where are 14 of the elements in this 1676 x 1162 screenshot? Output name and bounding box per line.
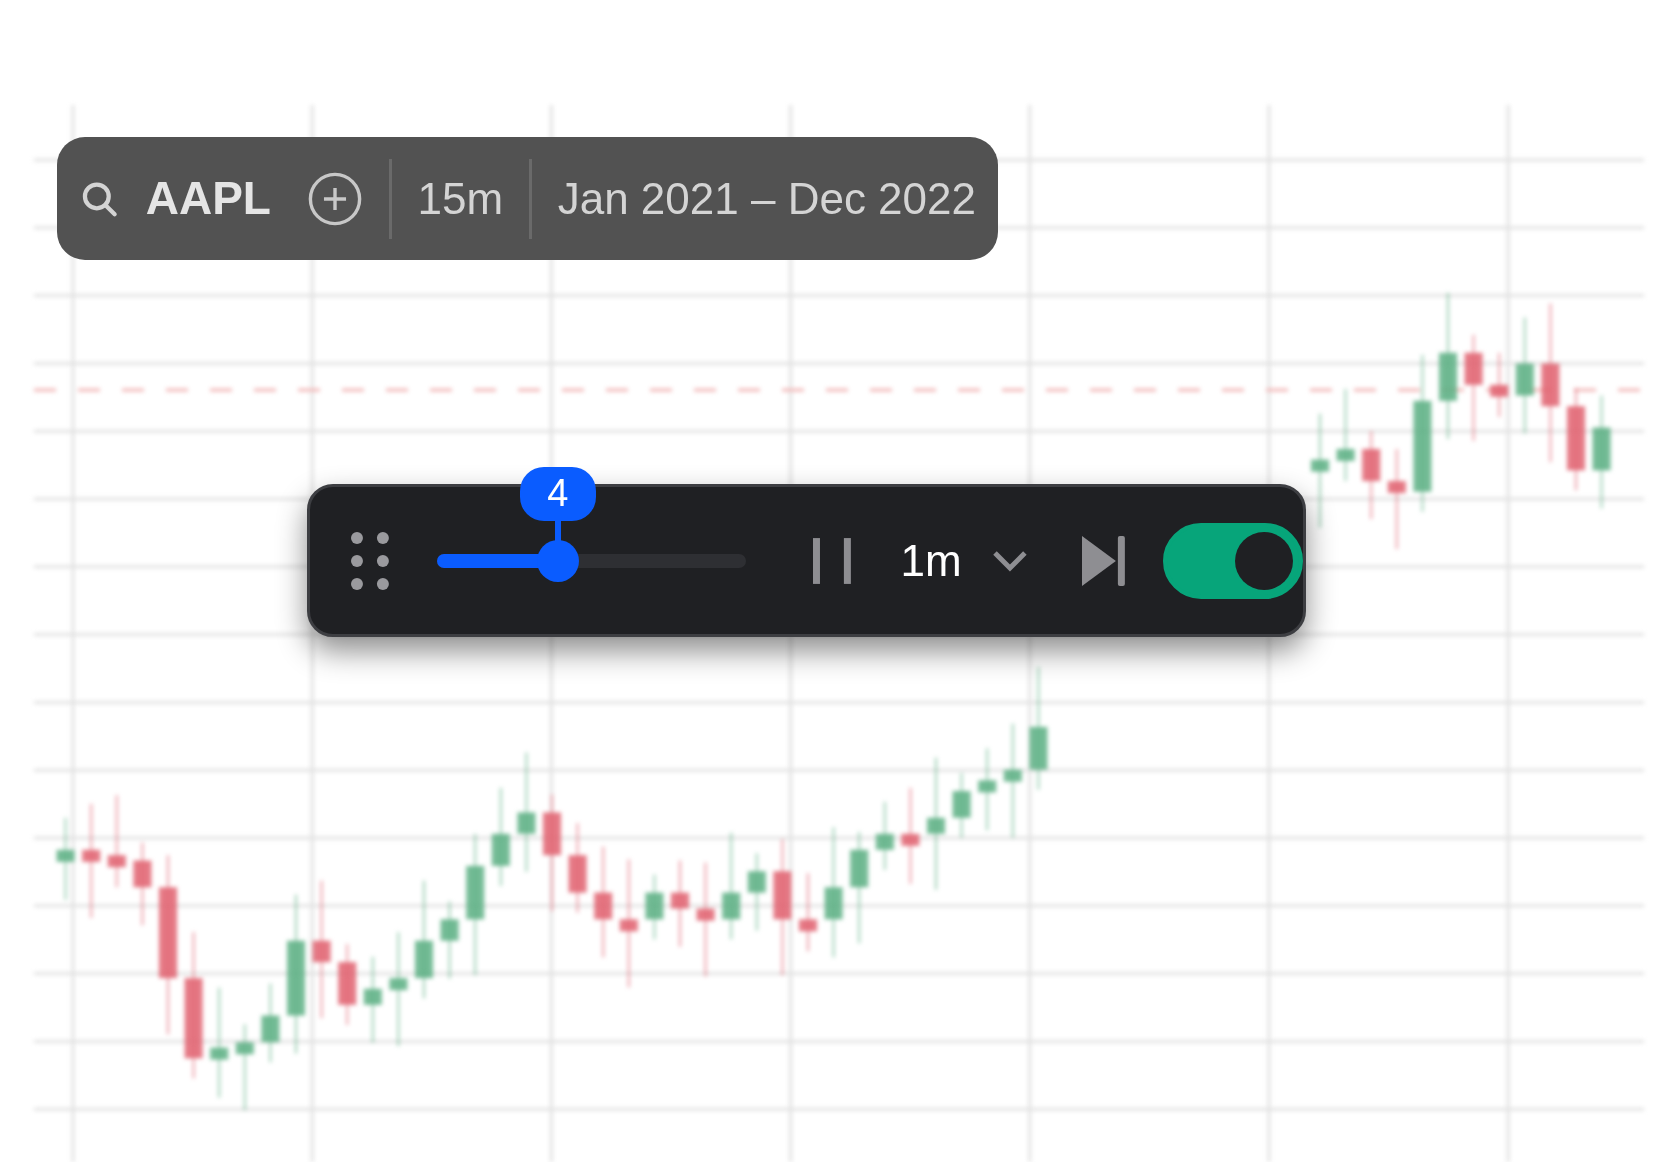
- interval-label[interactable]: 15m: [417, 165, 504, 232]
- candlestick: [875, 800, 894, 871]
- candlestick: [952, 772, 971, 839]
- chevron-down-icon[interactable]: [991, 549, 1028, 572]
- drag-handle-icon[interactable]: [350, 530, 392, 591]
- skip-forward-icon[interactable]: [1081, 535, 1126, 586]
- interval-selector[interactable]: 1m: [900, 527, 962, 594]
- candlestick: [1490, 351, 1509, 418]
- slider-value-tooltip: 4: [519, 466, 596, 543]
- candlestick: [645, 873, 664, 941]
- symbol-label[interactable]: AAPL: [145, 164, 271, 233]
- date-range-label[interactable]: Jan 2021 – Dec 2022: [557, 165, 976, 232]
- pause-icon[interactable]: [810, 537, 853, 584]
- toggle-switch[interactable]: [1163, 522, 1303, 599]
